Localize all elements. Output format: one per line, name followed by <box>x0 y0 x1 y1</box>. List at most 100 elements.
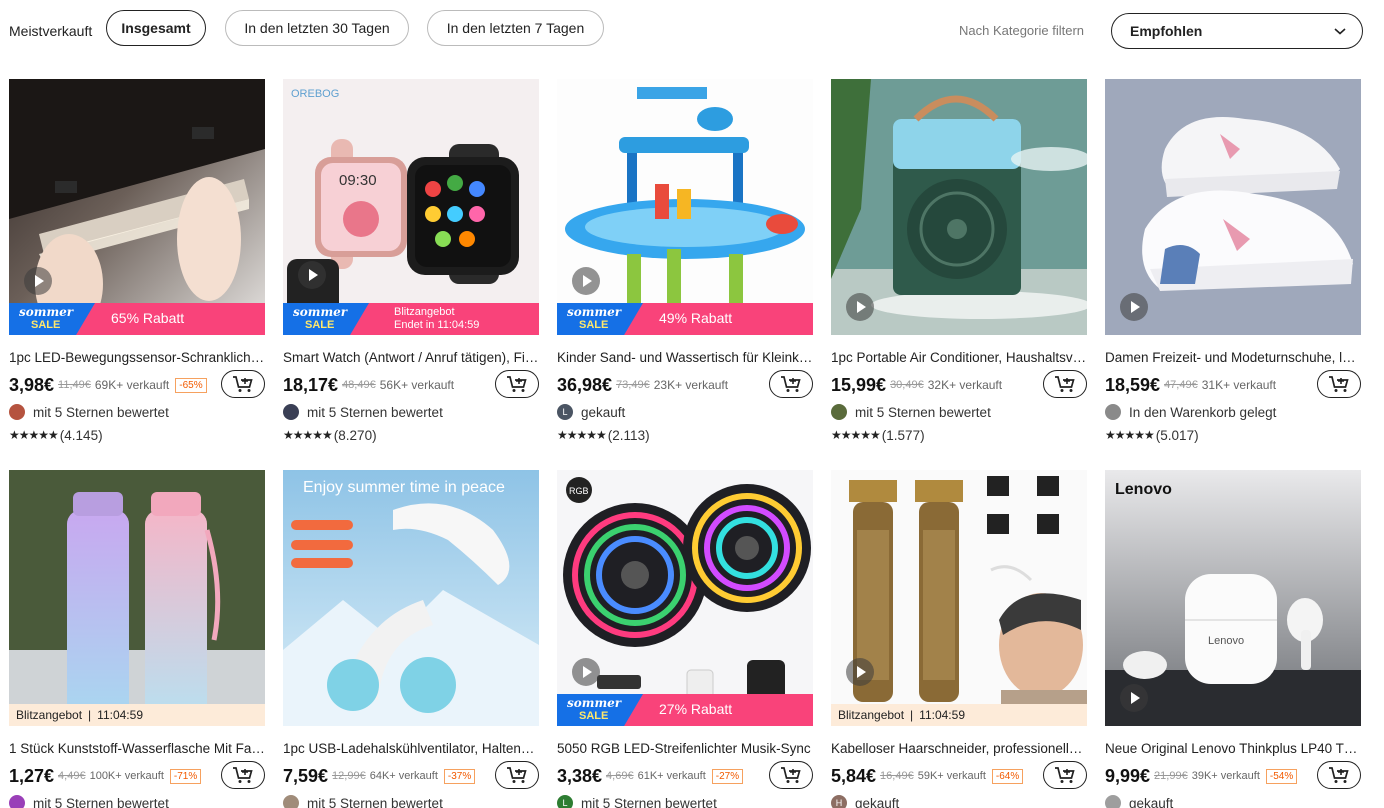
sommer-text: sommer <box>567 696 622 710</box>
review-count: (2.113) <box>607 427 650 443</box>
product-image[interactable]: sommer SALE 65% Rabatt <box>9 79 265 335</box>
product-card[interactable]: 1pc Portable Air Conditioner, Haushaltsv… <box>831 79 1087 444</box>
play-video-icon[interactable] <box>1120 293 1148 321</box>
product-title[interactable]: 1pc LED-Bewegungssensor-Schranklicht, US… <box>9 350 265 367</box>
product-card[interactable]: sommer SALE 65% Rabatt 1pc LED-Bewegungs… <box>9 79 265 444</box>
add-to-cart-button[interactable] <box>495 370 539 398</box>
play-video-icon[interactable] <box>846 658 874 686</box>
product-image[interactable] <box>831 79 1087 335</box>
add-to-cart-button[interactable] <box>221 370 265 398</box>
play-video-icon[interactable] <box>298 261 326 289</box>
social-proof-text: mit 5 Sternen bewertet <box>33 404 169 420</box>
avatar <box>283 404 299 420</box>
product-title[interactable]: 1 Stück Kunststoff-Wasserflasche Mit Far… <box>9 741 265 758</box>
cart-icon <box>507 376 527 392</box>
product-image[interactable]: sommer SALE 49% Rabatt <box>557 79 813 335</box>
play-video-icon[interactable] <box>24 267 52 295</box>
price: 9,99€ <box>1105 765 1151 786</box>
product-card[interactable]: OREBOG 09:30 sommer SALE Blitzangebot End… <box>283 79 539 444</box>
cart-icon <box>781 767 801 783</box>
product-card[interactable]: Enjoy summer time in peace 1pc USB-Ladeh… <box>283 470 539 808</box>
add-to-cart-button[interactable] <box>1043 370 1087 398</box>
cart-icon <box>1329 767 1349 783</box>
sold-count: 69K+ verkauft <box>94 378 170 392</box>
social-proof-text: mit 5 Sternen bewertet <box>307 404 443 420</box>
product-card[interactable]: Blitzangebot | 11:04:59 Kabelloser Haarsch… <box>831 470 1087 808</box>
summer-sale-banner: sommer SALE 65% Rabatt <box>9 303 265 335</box>
product-card[interactable]: RGB sommer SALE 27% Rabatt 5050 RGB LED-… <box>557 470 813 808</box>
flash-sale-text: Blitzangebot Endet in 11:04:59 <box>394 306 480 331</box>
sort-dropdown[interactable]: Empfohlen <box>1111 13 1363 49</box>
product-title[interactable]: Neue Original Lenovo Thinkplus LP40 TWS <box>1105 741 1361 758</box>
bestseller-label: Meistverkauft <box>9 23 93 39</box>
add-to-cart-button[interactable] <box>769 370 813 398</box>
category-filter-label: Nach Kategorie filtern <box>959 23 1085 38</box>
play-video-icon[interactable] <box>572 267 600 295</box>
discount-badge: -27% <box>711 768 744 784</box>
star-rating-icon: ★★★★★ <box>557 428 607 442</box>
product-image[interactable]: Enjoy summer time in peace <box>283 470 539 726</box>
product-card[interactable]: Blitzangebot | 11:04:59 1 Stück Kunststoff… <box>9 470 265 808</box>
discount-badge: -71% <box>169 768 202 784</box>
product-image[interactable]: Blitzangebot | 11:04:59 <box>831 470 1087 726</box>
product-image[interactable]: Blitzangebot | 11:04:59 <box>9 470 265 726</box>
price: 5,84€ <box>831 765 877 786</box>
rgb-badge: RGB <box>569 486 589 496</box>
discount-badge: -65% <box>175 377 207 393</box>
cart-icon <box>1055 376 1075 392</box>
product-card[interactable]: sommer SALE 49% Rabatt Kinder Sand- und … <box>557 79 813 444</box>
add-to-cart-button[interactable] <box>1317 761 1361 789</box>
add-to-cart-button[interactable] <box>1317 370 1361 398</box>
price: 1,27€ <box>9 765 55 786</box>
tab-last-7-days[interactable]: In den letzten 7 Tagen <box>427 10 604 46</box>
product-title[interactable]: Smart Watch (Antwort / Anruf tätigen), F… <box>283 350 539 367</box>
image-caption: Enjoy summer time in peace <box>303 479 505 496</box>
neck-fan-image: Enjoy summer time in peace <box>283 470 539 726</box>
product-title[interactable]: 1pc USB-Ladehalskühlventilator, Haltenac… <box>283 741 539 758</box>
avatar <box>1105 795 1121 808</box>
play-video-icon[interactable] <box>1120 684 1148 712</box>
flash-sale-banner: sommer SALE Blitzangebot Endet in 11:04:5… <box>283 303 539 335</box>
product-image[interactable]: OREBOG 09:30 sommer SALE Blitzangebot End… <box>283 79 539 335</box>
add-to-cart-button[interactable] <box>1043 761 1087 789</box>
svg-text:09:30: 09:30 <box>339 172 377 189</box>
flash-sale-bar: Blitzangebot | 11:04:59 <box>831 704 1087 726</box>
add-to-cart-button[interactable] <box>495 761 539 789</box>
product-image[interactable]: RGB sommer SALE 27% Rabatt <box>557 470 813 726</box>
sort-dropdown-value: Empfohlen <box>1130 23 1203 39</box>
product-title[interactable]: Kabelloser Haarschneider, professionelle… <box>831 741 1087 758</box>
star-rating-icon: ★★★★★ <box>831 428 881 442</box>
add-to-cart-button[interactable] <box>769 761 813 789</box>
product-title[interactable]: Kinder Sand- und Wassertisch für Kleinki… <box>557 350 813 367</box>
product-title[interactable]: Damen Freizeit- und Modeturnschuhe, leic… <box>1105 350 1361 367</box>
avatar <box>1105 404 1121 420</box>
product-title[interactable]: 1pc Portable Air Conditioner, Haushaltsv… <box>831 350 1087 367</box>
discount-banner-text: 65% Rabatt <box>111 310 185 326</box>
review-count: (5.017) <box>1155 427 1199 443</box>
cart-icon <box>1055 767 1075 783</box>
avatar: L <box>557 795 573 808</box>
sold-count: 32K+ verkauft <box>927 378 1003 392</box>
star-rating-icon: ★★★★★ <box>9 428 59 442</box>
product-card[interactable]: Damen Freizeit- und Modeturnschuhe, leic… <box>1105 79 1361 444</box>
original-price: 73,49€ <box>616 379 650 391</box>
tab-last-30-days[interactable]: In den letzten 30 Tagen <box>225 10 409 46</box>
svg-text:OREBOG: OREBOG <box>291 88 339 100</box>
original-price: 30,49€ <box>890 379 924 391</box>
original-price: 12,99€ <box>332 770 366 782</box>
play-video-icon[interactable] <box>572 658 600 686</box>
social-proof-text: In den Warenkorb gelegt <box>1129 404 1277 420</box>
add-to-cart-button[interactable] <box>221 761 265 789</box>
product-image[interactable] <box>1105 79 1361 335</box>
product-title[interactable]: 5050 RGB LED-Streifenlichter Musik-Sync <box>557 741 813 758</box>
tab-overall[interactable]: Insgesamt <box>106 10 206 46</box>
price: 3,98€ <box>9 374 55 395</box>
product-image[interactable]: Lenovo Lenovo <box>1105 470 1361 726</box>
avatar <box>831 404 847 420</box>
social-proof-text: mit 5 Sternen bewertet <box>855 404 991 420</box>
play-video-icon[interactable] <box>846 293 874 321</box>
product-card[interactable]: Lenovo Lenovo Neue Original Lenovo Think… <box>1105 470 1361 808</box>
review-count: (8.270) <box>333 427 377 443</box>
social-proof-text: gekauft <box>1129 795 1174 808</box>
price: 36,98€ <box>557 374 613 395</box>
